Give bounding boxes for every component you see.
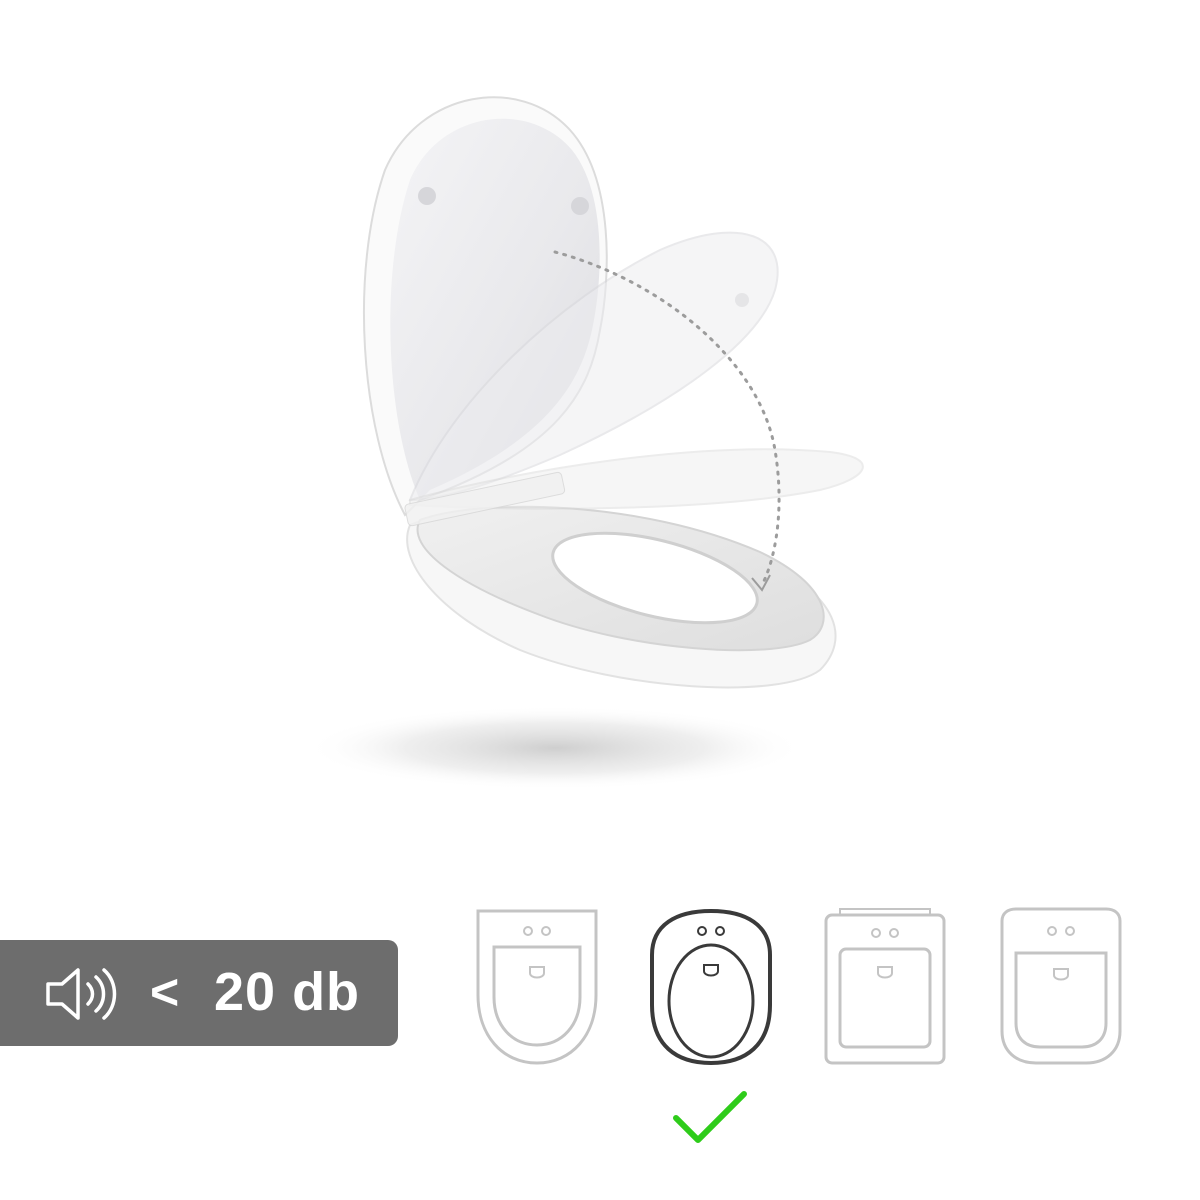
oval-shape-toilet-icon <box>650 908 772 1066</box>
speaker-sound-icon <box>46 968 117 1020</box>
rounded-square-shape-toilet-icon <box>1000 907 1122 1065</box>
noise-level-badge: < 20 db <box>0 940 398 1046</box>
floor-shadow <box>305 706 805 790</box>
compatible-shapes-row <box>460 905 1160 1075</box>
seat-base <box>406 505 837 689</box>
square-shape-toilet-icon <box>824 908 946 1065</box>
green-checkmark-icon <box>673 1091 747 1143</box>
noise-level-value: 20 db <box>214 962 361 1022</box>
round-d-shape-toilet-icon <box>476 909 598 1065</box>
toilet-seat-soft-close-illustration <box>305 96 864 790</box>
noise-less-than-symbol: < <box>150 964 180 1020</box>
